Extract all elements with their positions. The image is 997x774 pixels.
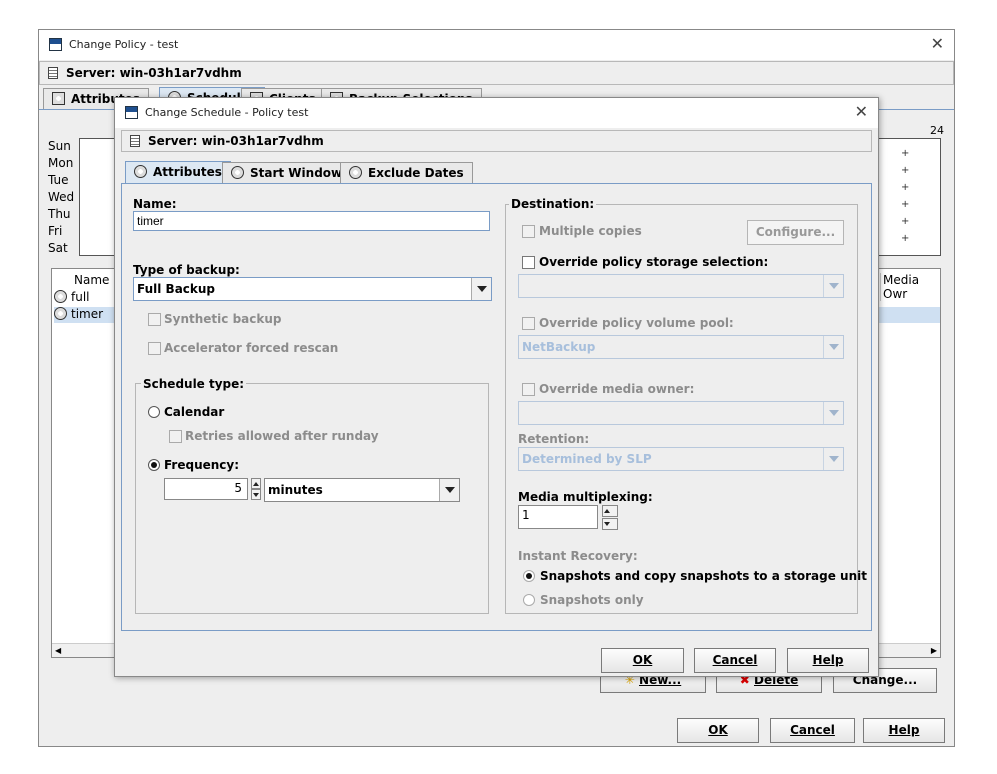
day-sat: Sat [48, 241, 68, 255]
override-storage-checkbox[interactable] [522, 256, 535, 269]
dialog-title: Change Schedule - Policy test [145, 106, 309, 119]
calendar-label: Calendar [164, 405, 225, 419]
instant-recovery-label: Instant Recovery: [518, 549, 638, 563]
retries-checkbox[interactable] [169, 430, 182, 443]
frequency-spin-up[interactable] [251, 478, 261, 489]
dialog-app-icon [125, 106, 138, 119]
configure-button[interactable]: Configure... [747, 220, 844, 245]
chevron-down-icon[interactable] [823, 402, 843, 424]
chevron-down-icon[interactable] [439, 479, 459, 501]
app-icon [49, 38, 62, 51]
server-icon [48, 67, 58, 79]
frequency-label: Frequency: [164, 458, 240, 472]
schedule-hour-24: 24 [930, 124, 944, 137]
server-label: Server: [66, 66, 116, 80]
override-volume-pool-label: Override policy volume pool: [539, 316, 734, 330]
multiplexing-spin-up[interactable] [602, 505, 618, 517]
snapshots-only-radio[interactable] [523, 594, 535, 606]
day-mon: Mon [48, 156, 74, 170]
day-fri: Fri [48, 224, 63, 238]
outer-server-bar: Server: win-03h1ar7vdhm [39, 61, 954, 85]
dialog-server-name: win-03h1ar7vdhm [201, 134, 324, 148]
dialog-tab-exclude-dates[interactable]: Exclude Dates [340, 162, 473, 183]
name-input[interactable] [133, 211, 490, 231]
outer-close-icon[interactable]: ✕ [931, 34, 944, 53]
frequency-radio[interactable] [148, 459, 160, 471]
day-tue: Tue [48, 173, 69, 187]
schedule-grid-right [879, 138, 941, 256]
dialog-ok-button[interactable]: OK [601, 648, 684, 673]
chevron-down-icon[interactable] [471, 278, 491, 300]
multiplexing-spin-down[interactable] [602, 518, 618, 530]
chevron-down-icon[interactable] [823, 448, 843, 470]
retries-label: Retries allowed after runday [185, 429, 379, 443]
outer-ok-button[interactable]: OK [677, 718, 759, 743]
server-icon [130, 135, 140, 147]
media-multiplexing-input[interactable]: 1 [518, 505, 598, 529]
start-window-tab-icon [231, 166, 244, 179]
scroll-left-arrow[interactable]: ◀ [55, 646, 61, 655]
change-schedule-dialog: Change Schedule - Policy test ✕ Server: … [114, 97, 879, 677]
schedule-grid-marks: + + + + + + [901, 148, 910, 244]
override-storage-label: Override policy storage selection: [539, 255, 769, 269]
clock-icon [54, 290, 67, 303]
destination-title: Destination: [509, 197, 597, 211]
day-thu: Thu [48, 207, 71, 221]
volume-pool-select[interactable]: NetBackup [518, 335, 844, 359]
exclude-dates-tab-icon [349, 166, 362, 179]
dialog-server-bar: Server: win-03h1ar7vdhm [121, 130, 872, 152]
outer-cancel-button[interactable]: Cancel [770, 718, 855, 743]
snapshots-and-copy-radio[interactable] [523, 570, 535, 582]
override-volume-pool-checkbox[interactable] [522, 317, 535, 330]
storage-select[interactable] [518, 274, 844, 298]
chevron-down-icon[interactable] [823, 275, 843, 297]
list-header-name[interactable]: Name [74, 273, 109, 287]
dialog-titlebar: Change Schedule - Policy test ✕ [115, 98, 878, 128]
retention-select[interactable]: Determined by SLP [518, 447, 844, 471]
day-sun: Sun [48, 139, 71, 153]
attributes-tab-icon [52, 92, 65, 105]
retention-label: Retention: [518, 432, 590, 446]
frequency-value-input[interactable]: 5 [164, 478, 248, 500]
attributes-tab-icon [134, 165, 147, 178]
synthetic-backup-label: Synthetic backup [164, 312, 282, 326]
snapshots-only-label: Snapshots only [540, 593, 644, 607]
dialog-server-label: Server: [148, 134, 198, 148]
multiple-copies-checkbox[interactable] [522, 225, 535, 238]
outer-titlebar: Change Policy - test ✕ [39, 30, 954, 60]
synthetic-backup-checkbox[interactable] [148, 313, 161, 326]
schedule-day-labels: Sun Mon Tue Wed Thu Fri Sat [48, 138, 74, 257]
media-multiplexing-label: Media multiplexing: [518, 490, 653, 504]
dialog-cancel-button[interactable]: Cancel [694, 648, 776, 673]
clock-icon [54, 307, 67, 320]
multiple-copies-label: Multiple copies [539, 224, 642, 238]
outer-window-title: Change Policy - test [69, 38, 179, 51]
dialog-tab-start-window[interactable]: Start Window [222, 162, 352, 183]
type-of-backup-select[interactable]: Full Backup [133, 277, 492, 301]
snapshots-and-copy-label: Snapshots and copy snapshots to a storag… [540, 569, 867, 583]
dialog-close-icon[interactable]: ✕ [855, 102, 868, 121]
day-wed: Wed [48, 190, 75, 204]
schedule-type-title: Schedule type: [141, 377, 247, 391]
dialog-tab-attributes[interactable]: Attributes [125, 161, 231, 183]
server-name: win-03h1ar7vdhm [119, 66, 242, 80]
name-label: Name: [133, 197, 177, 211]
override-media-owner-checkbox[interactable] [522, 383, 535, 396]
override-media-owner-label: Override media owner: [539, 382, 695, 396]
media-owner-select[interactable] [518, 401, 844, 425]
scroll-right-arrow[interactable]: ▶ [931, 646, 937, 655]
type-of-backup-label: Type of backup: [133, 263, 240, 277]
frequency-unit-select[interactable]: minutes [264, 478, 460, 502]
schedule-grid-left [79, 138, 116, 256]
accelerator-rescan-checkbox[interactable] [148, 342, 161, 355]
chevron-down-icon[interactable] [823, 336, 843, 358]
calendar-radio[interactable] [148, 406, 160, 418]
frequency-spin-down[interactable] [251, 489, 261, 500]
accelerator-rescan-label: Accelerator forced rescan [164, 341, 339, 355]
dialog-help-button[interactable]: Help [787, 648, 869, 673]
outer-help-button[interactable]: Help [863, 718, 945, 743]
